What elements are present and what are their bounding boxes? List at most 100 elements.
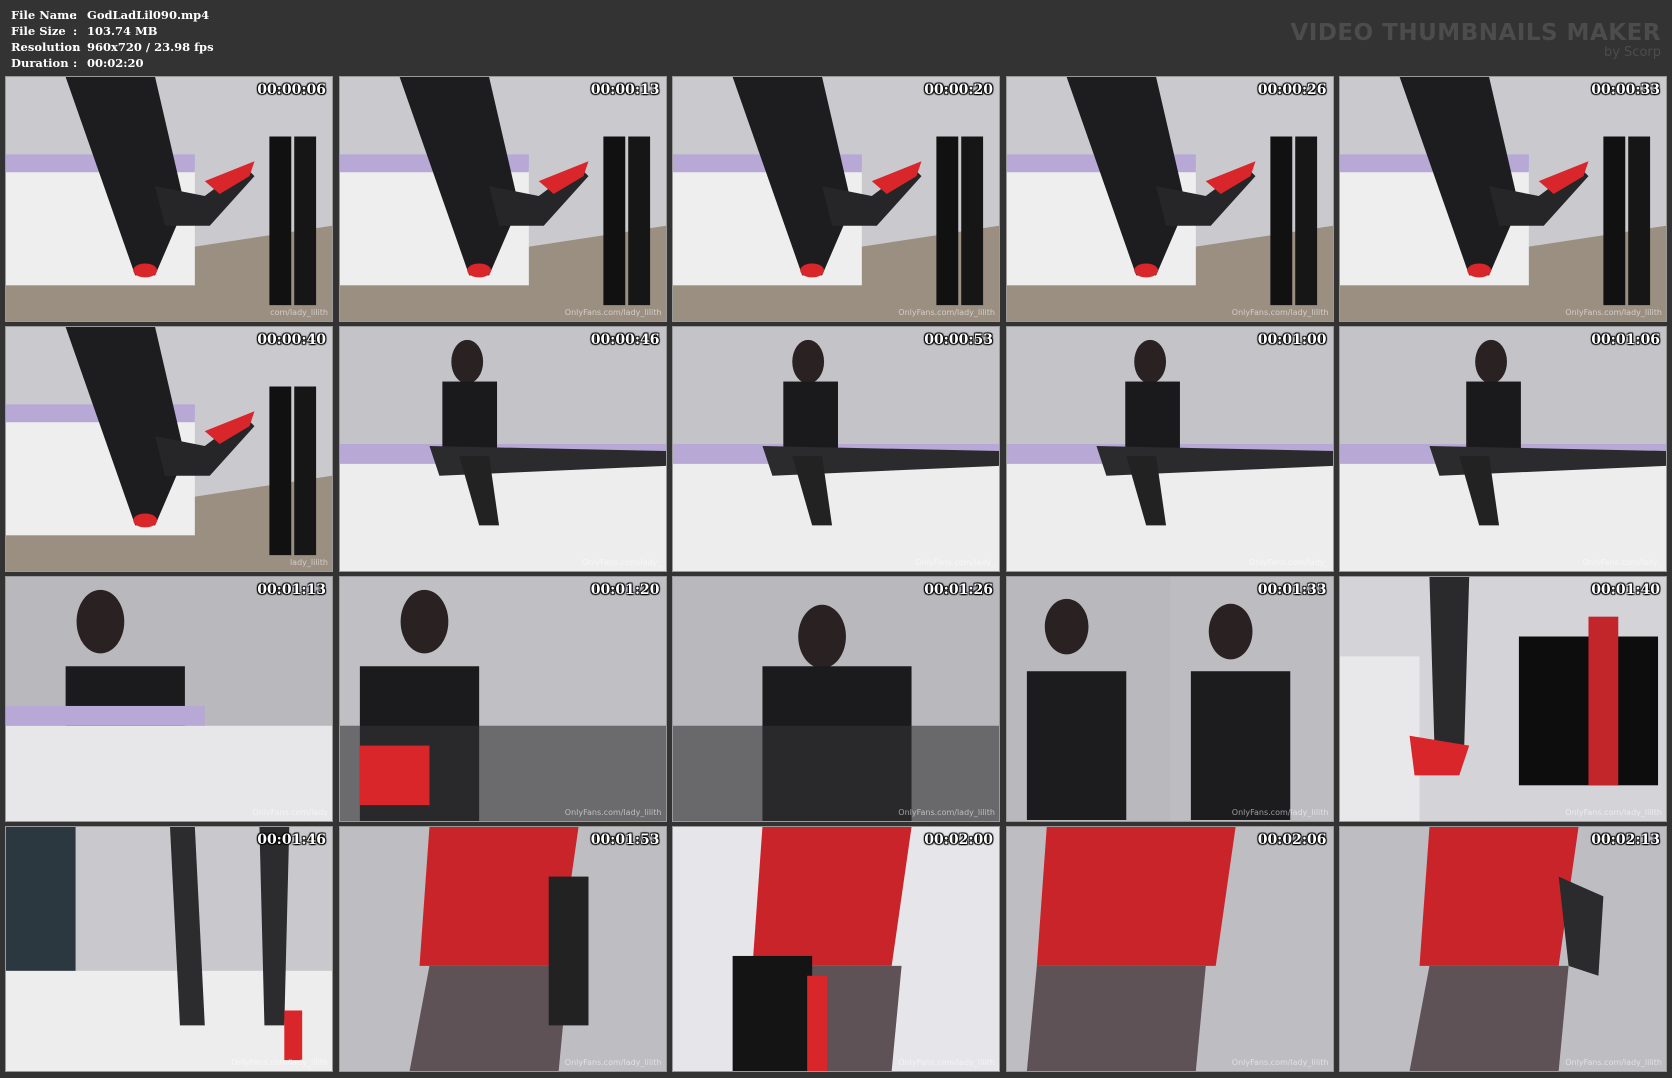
timestamp-label: 00:00:53 [924,332,993,348]
timestamp-label: 00:02:06 [1257,832,1327,848]
separator: : [73,24,78,38]
timestamp-label: 00:02:13 [1591,832,1660,848]
thumbnail-frame: 00:00:06 com/lady_lilith [5,76,333,322]
video-frame-image [1006,577,1333,821]
watermark-text: OnlyFans.com/lady_lilith [564,1058,662,1067]
thumbnail-frame: 00:01:26 OnlyFans.com/lady_lilith [672,576,1000,822]
thumbnail-frame: 00:01:33 OnlyFans.com/lady_lilith [1005,576,1334,822]
video-frame-image [6,77,332,321]
video-frame-image [1006,827,1333,1071]
watermark-text: OnlyFans.com/lady_lilith [564,808,662,817]
video-frame-image [6,327,332,571]
timestamp-label: 00:01:20 [590,582,660,598]
watermark-text: OnlyFans.com/lady_lilith [1565,308,1662,317]
thumbnail-frame: 00:01:00 OnlyFans.com/lady_ [1005,326,1334,572]
thumbnail-frame: 00:00:33 OnlyFans.com/lady_lilith [1339,76,1667,322]
timestamp-label: 00:01:06 [1591,332,1660,348]
brand-logo: VIDEO THUMBNAILS MAKER by Scorp [1290,20,1661,59]
timestamp-label: 00:00:46 [590,332,660,348]
watermark-text: OnlyFans.com/lady_lilith [1231,308,1329,317]
duration-label: Duration [11,56,69,70]
thumbnail-frame: 00:02:06 OnlyFans.com/lady_lilith [1005,826,1334,1072]
watermark-text: OnlyFans.com/lady_lilith [898,308,995,317]
timestamp-label: 00:00:33 [1591,82,1660,98]
thumbnail-frame: 00:00:13 OnlyFans.com/lady_lilith [338,76,667,322]
watermark-text: OnlyFans.com/lady_ [581,558,662,567]
thumbnail-frame: 00:01:13 OnlyFans.com/lady [5,576,333,822]
timestamp-label: 00:01:40 [1591,582,1660,598]
video-frame-image [6,577,332,821]
watermark-text: OnlyFans.com/lady [252,808,328,817]
separator: : [73,8,78,22]
video-frame-image [673,827,999,1071]
video-frame-image [339,827,666,1071]
timestamp-label: 00:00:26 [1257,82,1327,98]
watermark-text: OnlyFans.com/lady_lilith [231,1058,328,1067]
file-name-row: File Name : GodLadLil090.mp4 [11,7,214,23]
separator: : [73,40,78,54]
thumbnail-frame: 00:01:06 OnlyFans.com/lady_ [1339,326,1667,572]
thumbnail-frame: 00:00:40 lady_lilith [5,326,333,572]
video-frame-image [6,827,332,1071]
watermark-text: OnlyFans.com/lady_lilith [898,808,995,817]
file-size-row: File Size : 103.74 MB [11,23,214,39]
file-name-label: File Name [11,8,77,22]
thumbnail-frame: 00:01:46 OnlyFans.com/lady_lilith [5,826,333,1072]
header: File Name : GodLadLil090.mp4 File Size :… [0,0,1672,76]
video-frame-image [1340,827,1666,1071]
watermark-text: OnlyFans.com/lady_ [1582,558,1662,567]
resolution-label: Resolution [11,40,81,54]
thumbnail-frame: 00:02:00 OnlyFans.com/lady_lilith [672,826,1000,1072]
timestamp-label: 00:01:53 [590,832,660,848]
video-frame-image [1340,577,1666,821]
timestamp-label: 00:01:00 [1257,332,1327,348]
watermark-text: OnlyFans.com/lady_ [1248,558,1329,567]
brand-subtitle: by Scorp [1603,45,1661,60]
video-frame-image [673,327,999,571]
file-name-value: GodLadLil090.mp4 [87,8,210,22]
timestamp-label: 00:00:06 [257,82,326,98]
thumbnail-frame: 00:01:40 OnlyFans.com/lady_lilith [1339,576,1667,822]
timestamp-label: 00:00:20 [924,82,993,98]
thumbnail-frame: 00:00:20 OnlyFans.com/lady_lilith [672,76,1000,322]
watermark-text: OnlyFans.com/lady_lilith [1231,808,1329,817]
watermark-text: OnlyFans.com/lady_lilith [564,308,662,317]
watermark-text: OnlyFans.com/lady_lilith [1565,1058,1662,1067]
timestamp-label: 00:02:00 [924,832,993,848]
thumbnail-grid: 00:00:06 com/lady_lilith 00:00:13 OnlyFans.… [5,76,1667,1074]
file-size-value: 103.74 MB [87,24,158,38]
file-size-label: File Size [11,24,66,38]
watermark-text: com/lady_lilith [270,308,328,317]
resolution-value: 960x720 / 23.98 fps [87,40,214,54]
thumbnail-frame: 00:00:53 OnlyFans.com/lady_ [672,326,1000,572]
brand-title: VIDEO THUMBNAILS MAKER [1290,20,1661,46]
thumbnail-frame: 00:01:53 OnlyFans.com/lady_lilith [338,826,667,1072]
thumbnail-frame: 00:01:20 OnlyFans.com/lady_lilith [338,576,667,822]
timestamp-label: 00:01:46 [257,832,326,848]
timestamp-label: 00:01:26 [924,582,993,598]
timestamp-label: 00:01:33 [1257,582,1327,598]
video-frame-image [1340,77,1666,321]
watermark-text: OnlyFans.com/lady_lilith [898,1058,995,1067]
watermark-text: lady_lilith [289,558,328,567]
video-frame-image [1006,77,1333,321]
file-info: File Name : GodLadLil090.mp4 File Size :… [11,7,214,71]
thumbnail-frame: 00:00:46 OnlyFans.com/lady_ [338,326,667,572]
timestamp-label: 00:01:13 [257,582,326,598]
duration-value: 00:02:20 [87,56,144,70]
separator: : [73,56,78,70]
video-frame-image [1340,327,1666,571]
video-frame-image [673,577,999,821]
timestamp-label: 00:00:13 [590,82,660,98]
thumbnail-frame: 00:02:13 OnlyFans.com/lady_lilith [1339,826,1667,1072]
watermark-text: OnlyFans.com/lady_lilith [1565,808,1662,817]
video-frame-image [1006,327,1333,571]
resolution-row: Resolution : 960x720 / 23.98 fps [11,39,214,55]
duration-row: Duration : 00:02:20 [11,55,214,71]
video-frame-image [673,77,999,321]
timestamp-label: 00:00:40 [257,332,326,348]
watermark-text: OnlyFans.com/lady_ [915,558,995,567]
watermark-text: OnlyFans.com/lady_lilith [1231,1058,1329,1067]
video-frame-image [339,577,666,821]
video-frame-image [339,77,666,321]
